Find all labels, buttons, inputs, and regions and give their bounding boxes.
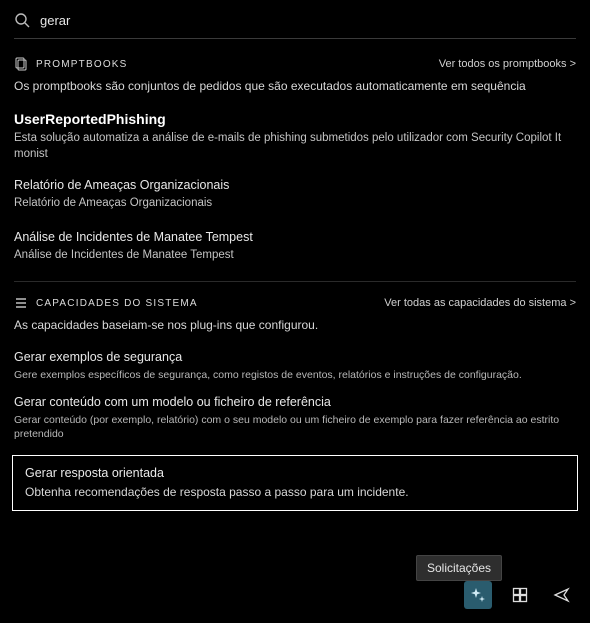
- see-all-capabilities-link[interactable]: Ver todas as capacidades do sistema >: [384, 297, 576, 309]
- promptbook-item[interactable]: Relatório de Ameaças Organizacionais Rel…: [14, 178, 576, 212]
- promptbooks-title: PROMPTBOOKS: [36, 59, 128, 70]
- capabilities-icon: [14, 296, 28, 310]
- capability-item[interactable]: Gerar conteúdo com um modelo ou ficheiro…: [14, 395, 576, 441]
- capabilities-desc: As capacidades baseiam-se nos plug-ins q…: [14, 318, 576, 332]
- search-input[interactable]: [40, 13, 576, 28]
- promptbook-item-title: UserReportedPhishing: [14, 111, 576, 127]
- prompts-tooltip: Solicitações: [416, 555, 502, 581]
- capability-item-desc: Obtenha recomendações de resposta passo …: [25, 484, 565, 500]
- promptbooks-icon: [14, 57, 28, 71]
- search-bar[interactable]: [14, 12, 576, 39]
- sources-button[interactable]: [506, 581, 534, 609]
- search-icon: [14, 12, 30, 28]
- capability-item-desc: Gere exemplos específicos de segurança, …: [14, 368, 576, 382]
- capability-item-title: Gerar resposta orientada: [25, 466, 565, 480]
- prompts-button[interactable]: [464, 581, 492, 609]
- promptbook-item-desc: Esta solução automatiza a análise de e-m…: [14, 131, 576, 162]
- divider: [14, 281, 576, 282]
- promptbook-item-title: Análise de Incidentes de Manatee Tempest: [14, 230, 576, 244]
- promptbook-item-title: Relatório de Ameaças Organizacionais: [14, 178, 576, 192]
- promptbook-item-desc: Relatório de Ameaças Organizacionais: [14, 196, 576, 212]
- capability-item-desc: Gerar conteúdo (por exemplo, relatório) …: [14, 413, 576, 441]
- promptbooks-desc: Os promptbooks são conjuntos de pedidos …: [14, 79, 576, 93]
- capability-item-selected[interactable]: Gerar resposta orientada Obtenha recomen…: [12, 455, 578, 511]
- promptbook-item-desc: Análise de Incidentes de Manatee Tempest: [14, 248, 576, 264]
- capability-item-title: Gerar conteúdo com um modelo ou ficheiro…: [14, 395, 576, 409]
- capability-item-title: Gerar exemplos de segurança: [14, 350, 576, 364]
- send-button[interactable]: [548, 581, 576, 609]
- bottom-toolbar: [464, 581, 576, 609]
- see-all-promptbooks-link[interactable]: Ver todos os promptbooks >: [439, 58, 576, 70]
- promptbook-item[interactable]: Análise de Incidentes de Manatee Tempest…: [14, 230, 576, 264]
- capabilities-title: CAPACIDADES DO SISTEMA: [36, 298, 198, 309]
- capability-item[interactable]: Gerar exemplos de segurança Gere exemplo…: [14, 350, 576, 382]
- promptbook-item[interactable]: UserReportedPhishing Esta solução automa…: [14, 111, 576, 162]
